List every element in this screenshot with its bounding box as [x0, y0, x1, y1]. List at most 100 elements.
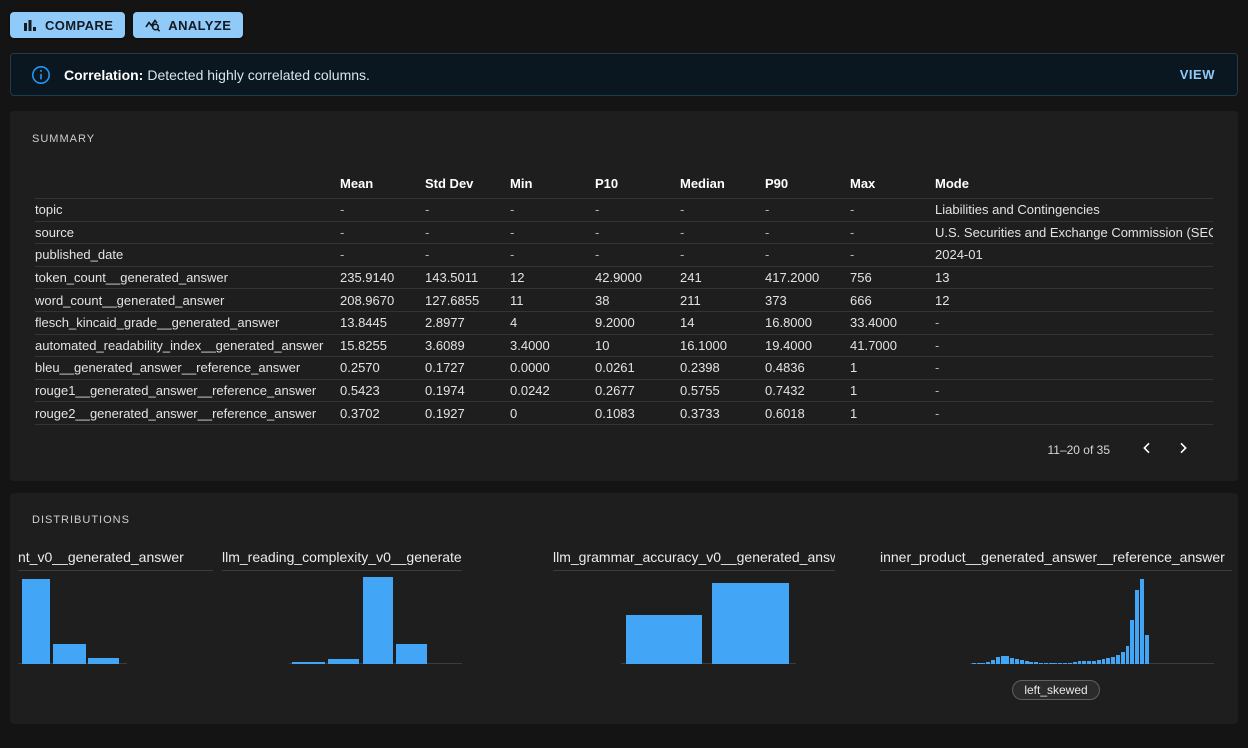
histogram-bar — [712, 583, 789, 664]
row-value: 0.1974 — [425, 383, 510, 398]
row-value: 0.4836 — [765, 360, 850, 375]
histogram-bar — [328, 659, 359, 664]
histogram-bar — [1102, 659, 1106, 664]
row-value: 41.7000 — [850, 338, 935, 353]
row-label: topic — [35, 202, 340, 217]
compare-button[interactable]: COMPARE — [10, 12, 125, 38]
row-value: 3.6089 — [425, 338, 510, 353]
row-value: Liabilities and Contingencies — [935, 202, 1213, 217]
row-value: 19.4000 — [765, 338, 850, 353]
distribution-chart-2: llm_reading_complexity_v0__generated_ans… — [222, 548, 462, 664]
histogram-bar — [1029, 662, 1033, 664]
analyze-button[interactable]: ANALYZE — [133, 12, 243, 38]
chart-title: nt_v0__generated_answer — [18, 548, 213, 570]
column-header: P90 — [765, 176, 850, 191]
row-value: 2.8977 — [425, 315, 510, 330]
table-row[interactable]: token_count__generated_answer235.9140143… — [35, 267, 1213, 290]
row-label: rouge2__generated_answer__reference_answ… — [35, 406, 340, 421]
row-value: 16.1000 — [680, 338, 765, 353]
row-value: 2024-01 — [935, 247, 1213, 262]
row-value: 0.5423 — [340, 383, 425, 398]
row-value: 10 — [595, 338, 680, 353]
alert-message: Detected highly correlated columns. — [147, 67, 370, 83]
row-value: - — [425, 247, 510, 262]
view-button[interactable]: VIEW — [1174, 63, 1221, 86]
row-value: - — [850, 202, 935, 217]
histogram-bar — [22, 579, 50, 664]
row-value: - — [595, 202, 680, 217]
row-value: 756 — [850, 270, 935, 285]
column-header: Min — [510, 176, 595, 191]
histogram — [880, 570, 1232, 664]
row-value: 0.2677 — [595, 383, 680, 398]
row-label: published_date — [35, 247, 340, 262]
histogram-bar — [986, 662, 990, 664]
next-page-button[interactable] — [1168, 437, 1198, 463]
table-row[interactable]: rouge2__generated_answer__reference_answ… — [35, 402, 1213, 425]
distribution-chart-1: nt_v0__generated_answer — [18, 548, 213, 664]
row-value: 0.0261 — [595, 360, 680, 375]
chart-title: inner_product__generated_answer__referen… — [880, 548, 1232, 570]
histogram-bar — [991, 660, 995, 664]
row-value: 13 — [935, 270, 1213, 285]
table-row[interactable]: topic-------Liabilities and Contingencie… — [35, 199, 1213, 222]
table-row[interactable]: flesch_kincaid_grade__generated_answer13… — [35, 312, 1213, 335]
skew-badge: left_skewed — [1012, 680, 1099, 700]
pagination-range-label: 11–20 of 35 — [1047, 443, 1110, 457]
row-value: - — [850, 247, 935, 262]
badge-row: left_skewed — [880, 680, 1232, 700]
histogram-bar — [1116, 655, 1120, 664]
previous-page-button[interactable] — [1132, 437, 1162, 463]
histogram-bar — [1145, 635, 1149, 664]
query-stats-icon — [145, 17, 161, 33]
row-value: 0.2398 — [680, 360, 765, 375]
table-row[interactable]: bleu__generated_answer__reference_answer… — [35, 357, 1213, 380]
row-value: 12 — [510, 270, 595, 285]
row-value: 42.9000 — [595, 270, 680, 285]
histogram-bar — [1001, 656, 1005, 664]
row-value: - — [595, 247, 680, 262]
table-row[interactable]: source-------U.S. Securities and Exchang… — [35, 222, 1213, 245]
histogram-bar — [1020, 660, 1024, 664]
row-value: 143.5011 — [425, 270, 510, 285]
column-header: Mean — [340, 176, 425, 191]
alert-title: Correlation: — [64, 67, 143, 83]
table-row[interactable]: published_date-------2024-01 — [35, 244, 1213, 267]
pagination: 11–20 of 35 — [10, 437, 1198, 463]
info-icon — [31, 65, 51, 85]
row-value: 0.5755 — [680, 383, 765, 398]
histogram-bar — [88, 658, 120, 664]
row-value: 211 — [680, 293, 765, 308]
histogram — [18, 570, 213, 664]
table-row[interactable]: rouge1__generated_answer__reference_answ… — [35, 380, 1213, 403]
histogram-bar — [1121, 652, 1125, 664]
row-value: - — [340, 202, 425, 217]
row-value: - — [425, 225, 510, 240]
row-label: flesch_kincaid_grade__generated_answer — [35, 315, 340, 330]
row-value: - — [765, 225, 850, 240]
histogram — [553, 570, 835, 664]
table-row[interactable]: word_count__generated_answer208.9670127.… — [35, 289, 1213, 312]
row-value: 1 — [850, 360, 935, 375]
histogram-bar — [396, 644, 427, 664]
analyze-button-label: ANALYZE — [168, 18, 231, 33]
row-value: 9.2000 — [595, 315, 680, 330]
summary-table-header: MeanStd DevMinP10MedianP90MaxMode — [35, 169, 1213, 199]
row-value: - — [425, 202, 510, 217]
histogram-bar — [1068, 663, 1072, 665]
row-value: - — [680, 202, 765, 217]
summary-panel: SUMMARY MeanStd DevMinP10MedianP90MaxMod… — [10, 111, 1238, 481]
row-label: source — [35, 225, 340, 240]
row-value: - — [680, 225, 765, 240]
summary-table-body: topic-------Liabilities and Contingencie… — [35, 199, 1213, 425]
histogram-bar — [981, 663, 985, 665]
chart-title: llm_reading_complexity_v0__generated_ans… — [222, 548, 462, 570]
distributions-section-label: DISTRIBUTIONS — [32, 514, 130, 526]
histogram-bar — [1005, 656, 1009, 664]
row-value: 13.8445 — [340, 315, 425, 330]
row-value: - — [510, 202, 595, 217]
row-value: 14 — [680, 315, 765, 330]
histogram-bar — [1130, 620, 1134, 664]
histogram-bar — [1092, 661, 1096, 664]
table-row[interactable]: automated_readability_index__generated_a… — [35, 335, 1213, 358]
